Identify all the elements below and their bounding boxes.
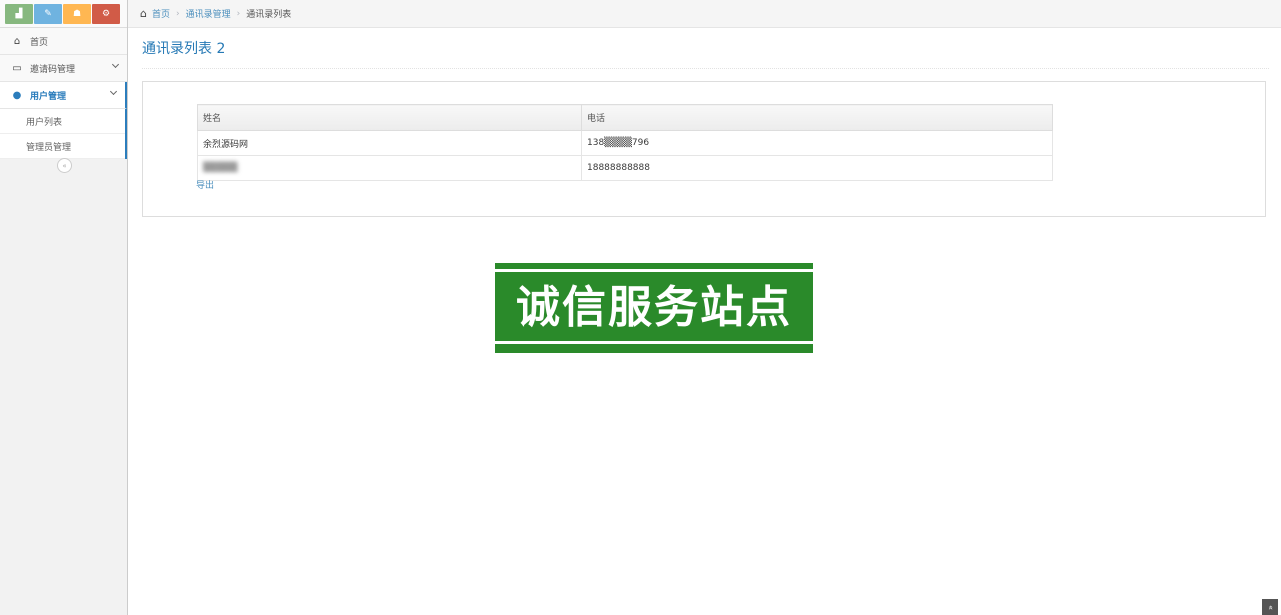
sidebar-item-label: 首页: [30, 37, 49, 48]
table-row: ▒▒▒▒▒ 18888888888: [197, 155, 1053, 181]
cell-name: 余烈源码网: [197, 130, 582, 156]
watermark-stripe: [495, 269, 813, 272]
sidebar-collapse-icon[interactable]: «: [57, 158, 72, 173]
cell-name: ▒▒▒▒▒: [197, 155, 582, 181]
sidebar-item-label: 用户管理: [30, 91, 67, 102]
content-box: 姓名 电话 余烈源码网 138▒▒▒▒796 ▒▒▒▒▒ 18888888888…: [142, 81, 1266, 217]
user-submenu: 用户列表 管理员管理: [0, 109, 127, 159]
breadcrumb-separator: ›: [236, 8, 241, 19]
export-link[interactable]: 导出: [196, 178, 214, 191]
pencil-icon[interactable]: ✎: [34, 3, 62, 24]
sidebar-subitem-user-list[interactable]: 用户列表: [0, 109, 125, 134]
chevron-down-icon: [109, 87, 118, 96]
sidebar-item-user-management[interactable]: ● 用户管理: [0, 82, 127, 109]
page-title: 通讯录列表 2: [142, 41, 226, 57]
sidebar-item-invite-codes[interactable]: ▭ 邀请码管理: [0, 55, 127, 82]
sidebar-item-home[interactable]: ⌂ 首页: [0, 28, 127, 55]
breadcrumb-separator: ›: [176, 8, 180, 19]
cell-phone: 18888888888: [581, 155, 1053, 181]
breadcrumb-home-link[interactable]: 首页: [152, 7, 170, 20]
watermark-banner: 诚信服务站点: [495, 263, 813, 353]
column-header-phone: 电话: [581, 104, 1053, 131]
scroll-to-top-icon[interactable]: »: [1262, 599, 1278, 615]
chevron-down-icon: [111, 60, 120, 69]
page-header: 通讯录列表 2: [142, 38, 1269, 69]
home-icon: ⌂: [13, 35, 21, 47]
group-icon[interactable]: ☗: [63, 3, 91, 24]
cell-phone: 138▒▒▒▒796: [581, 130, 1053, 156]
sidebar-item-label: 邀请码管理: [30, 64, 76, 75]
inbox-icon: ▭: [12, 62, 22, 74]
user-icon: ●: [12, 89, 22, 101]
breadcrumb: ⌂ 首页 › 通讯录管理 › 通讯录列表: [128, 0, 1281, 28]
column-header-name: 姓名: [197, 104, 582, 131]
breadcrumb-current: 通讯录列表: [246, 10, 292, 20]
table-row: 余烈源码网 138▒▒▒▒796: [197, 130, 1053, 156]
cogs-icon[interactable]: ⚙: [92, 3, 120, 24]
shortcut-bar: ▟ ✎ ☗ ⚙: [0, 0, 127, 28]
sidebar-subitem-admin-management[interactable]: 管理员管理: [0, 134, 125, 159]
home-icon: ⌂: [140, 7, 147, 20]
contacts-table: 姓名 电话 余烈源码网 138▒▒▒▒796 ▒▒▒▒▒ 18888888888: [197, 104, 1053, 181]
signal-icon[interactable]: ▟: [5, 3, 33, 24]
sidebar: ▟ ✎ ☗ ⚙ ⌂ 首页 ▭ 邀请码管理 ● 用户管理 用户列表 管理员管理 «: [0, 0, 128, 615]
table-header-row: 姓名 电话: [197, 104, 1053, 131]
watermark-stripe: [495, 341, 813, 344]
watermark-text: 诚信服务站点: [516, 282, 792, 333]
scroll-to-top-glyph: »: [1265, 604, 1275, 610]
breadcrumb-contacts-link[interactable]: 通讯录管理: [186, 7, 231, 20]
